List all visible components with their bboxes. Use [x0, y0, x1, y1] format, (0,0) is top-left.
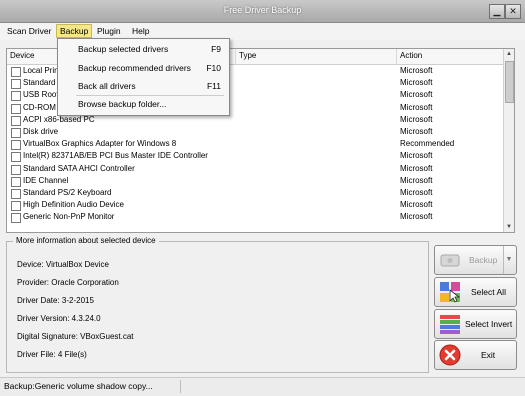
close-button[interactable]: ✕ [505, 4, 521, 19]
column-divider[interactable] [235, 49, 236, 64]
exit-icon [439, 344, 461, 366]
backup-menu-dropdown: Backup selected drivers F9 Backup recomm… [57, 38, 230, 116]
device-action: Microsoft [400, 151, 433, 161]
row-checkbox[interactable] [11, 164, 21, 175]
table-row[interactable]: Standard SATA AHCI Controller Microsoft [7, 163, 504, 175]
info-group-title: More information about selected device [13, 236, 159, 245]
device-action: Microsoft [400, 187, 433, 197]
row-checkbox[interactable] [11, 188, 21, 199]
backup-drive-icon [440, 254, 460, 267]
column-type[interactable]: Type [239, 51, 256, 60]
row-checkbox[interactable] [11, 67, 21, 77]
device-name: IDE Channel [23, 175, 69, 185]
device-action: Microsoft [400, 90, 433, 100]
device-action: Microsoft [400, 200, 433, 210]
backup-button[interactable]: Backup ▼ [434, 245, 517, 275]
device-name: Standard PS/2 Keyboard [23, 187, 112, 197]
row-checkbox[interactable] [11, 115, 21, 126]
scroll-up-icon[interactable]: ▲ [504, 49, 514, 59]
status-text: Backup:Generic volume shadow copy... [4, 381, 153, 391]
device-action: Microsoft [400, 126, 433, 136]
device-name: VirtualBox Graphics Adapter for Windows … [23, 139, 177, 149]
column-divider[interactable] [396, 49, 397, 64]
minimize-icon: ▁ [493, 6, 501, 16]
shortcut-label: F9 [211, 44, 221, 54]
column-action[interactable]: Action [400, 51, 422, 60]
select-all-icon [440, 282, 461, 303]
menu-separator [76, 95, 224, 96]
close-icon: ✕ [509, 6, 517, 16]
select-all-button[interactable]: Select All [434, 277, 517, 307]
table-row[interactable]: Disk drive Microsoft [7, 126, 504, 138]
info-driver-date: Driver Date: 3-2-2015 [17, 296, 94, 305]
device-action: Microsoft [400, 78, 433, 88]
status-bar: Backup:Generic volume shadow copy... [0, 377, 525, 396]
device-name: Standard [23, 78, 56, 88]
info-device: Device: VirtualBox Device [17, 260, 109, 269]
select-invert-label: Select Invert [465, 319, 513, 329]
table-row[interactable]: Intel(R) 82371AB/EB PCI Bus Master IDE C… [7, 150, 504, 163]
menu-item-backup-recommended[interactable]: Backup recommended drivers [78, 63, 191, 73]
device-action: Microsoft [400, 66, 433, 75]
table-row[interactable]: Generic Non-PnP Monitor Microsoft [7, 211, 504, 224]
device-action: Microsoft [400, 212, 433, 222]
menu-item-back-all[interactable]: Back all drivers [78, 81, 136, 91]
minimize-button[interactable]: ▁ [489, 4, 505, 19]
exit-label: Exit [481, 350, 496, 360]
list-scrollbar[interactable]: ▲ ▼ [503, 49, 514, 232]
select-invert-button[interactable]: Select Invert [434, 309, 517, 339]
device-action: Microsoft [400, 102, 433, 112]
table-row[interactable]: VirtualBox Graphics Adapter for Windows … [7, 138, 504, 151]
info-provider: Provider: Oracle Corporation [17, 278, 119, 287]
info-digital-signature: Digital Signature: VBoxGuest.cat [17, 332, 134, 341]
row-checkbox[interactable] [11, 152, 21, 163]
device-action: Microsoft [400, 114, 433, 124]
select-invert-icon [440, 315, 460, 334]
device-action: Recommended [400, 139, 455, 149]
status-divider [180, 380, 181, 393]
window-title: Free Driver Backup [223, 5, 302, 15]
row-checkbox[interactable] [11, 176, 21, 187]
info-driver-file: Driver File: 4 File(s) [17, 350, 87, 359]
row-checkbox[interactable] [11, 127, 21, 138]
row-checkbox[interactable] [11, 140, 21, 151]
menu-plugin[interactable]: Plugin [94, 25, 124, 37]
scrollbar-thumb[interactable] [505, 61, 514, 103]
exit-button[interactable]: Exit [434, 340, 517, 370]
row-checkbox[interactable] [11, 91, 21, 102]
device-name: Standard SATA AHCI Controller [23, 163, 135, 173]
device-name: ACPI x86-based PC [23, 114, 95, 124]
table-row[interactable]: Standard PS/2 Keyboard Microsoft [7, 187, 504, 199]
menu-help[interactable]: Help [129, 25, 152, 37]
shortcut-label: F10 [206, 63, 221, 73]
backup-button-label: Backup [469, 255, 498, 265]
row-checkbox[interactable] [11, 103, 21, 114]
table-row[interactable]: High Definition Audio Device Microsoft [7, 199, 504, 212]
device-name: USB Root [23, 90, 59, 100]
device-name: Disk drive [23, 126, 59, 136]
menu-scan-driver[interactable]: Scan Driver [4, 25, 54, 37]
device-name: Intel(R) 82371AB/EB PCI Bus Master IDE C… [23, 151, 208, 161]
device-name: Local Prin [23, 66, 59, 75]
title-bar: Free Driver Backup ▁ ✕ [0, 0, 525, 23]
column-device[interactable]: Device [10, 51, 34, 60]
device-name: High Definition Audio Device [23, 200, 124, 210]
info-driver-version: Driver Version: 4.3.24.0 [17, 314, 101, 323]
shortcut-label: F11 [206, 81, 221, 91]
row-checkbox[interactable] [11, 79, 21, 90]
chevron-down-icon[interactable]: ▼ [503, 246, 514, 274]
table-row[interactable]: IDE Channel Microsoft [7, 175, 504, 187]
menu-item-browse-folder[interactable]: Browse backup folder... [78, 99, 166, 109]
device-name: Generic Non-PnP Monitor [23, 212, 115, 222]
device-name: CD-ROM [23, 102, 56, 112]
row-checkbox[interactable] [11, 213, 21, 224]
device-action: Microsoft [400, 163, 433, 173]
device-action: Microsoft [400, 175, 433, 185]
scroll-down-icon[interactable]: ▼ [504, 222, 514, 232]
select-all-label: Select All [471, 287, 506, 297]
menu-item-backup-selected[interactable]: Backup selected drivers [78, 44, 168, 54]
device-info-group: More information about selected device D… [6, 236, 429, 373]
menu-backup[interactable]: Backup [56, 24, 93, 38]
row-checkbox[interactable] [11, 201, 21, 212]
